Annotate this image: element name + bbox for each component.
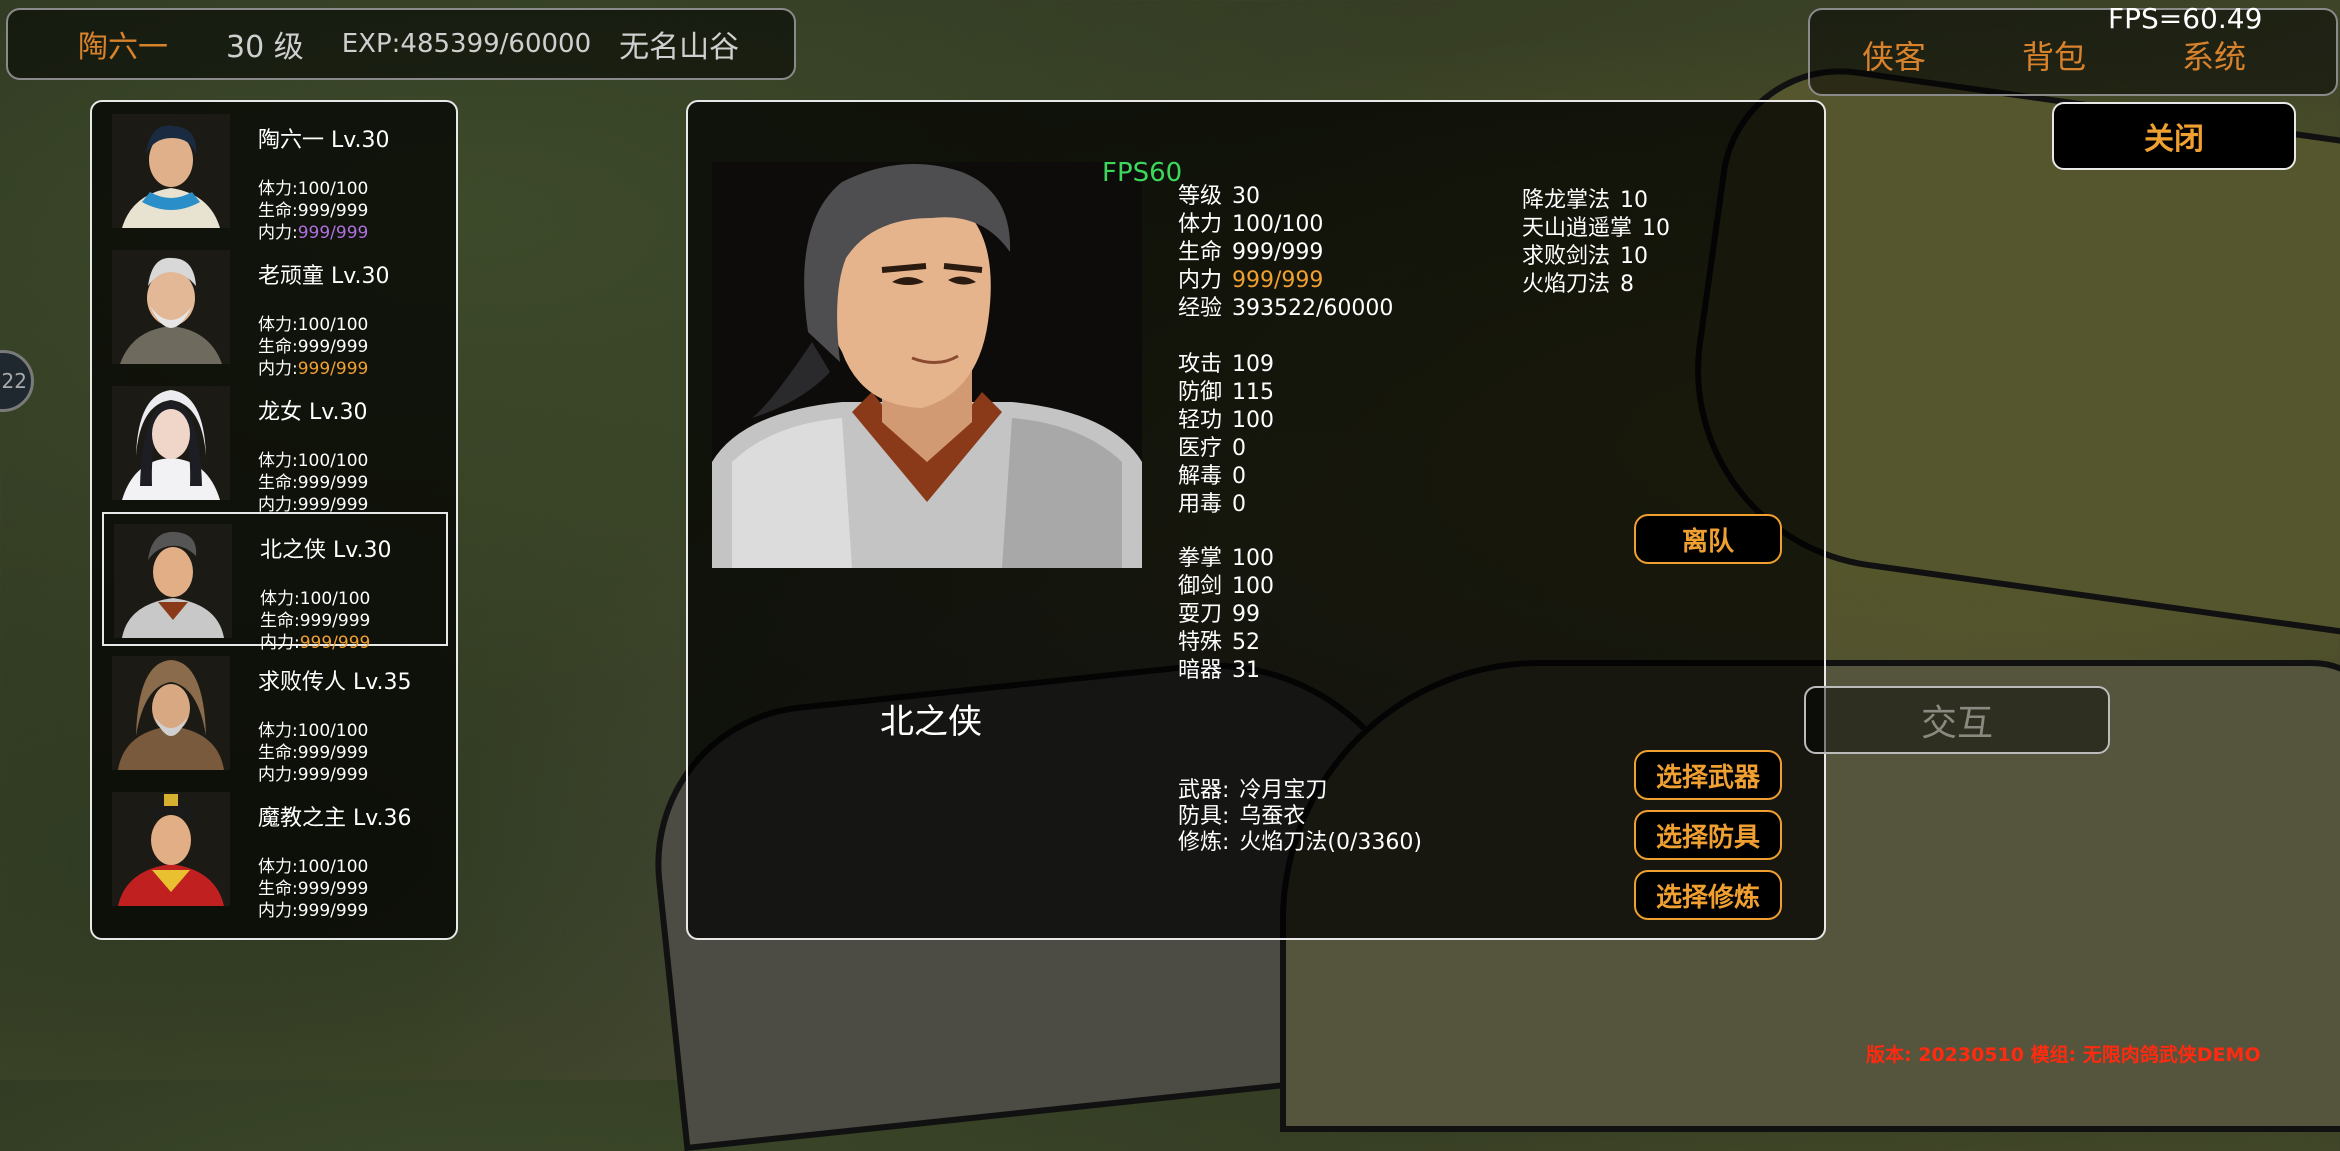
character-detail-panel: FPS60 北之侠 等级 30 体力 100/100 生命 999/999 内力 999… — [686, 100, 1826, 940]
hero-name: 北之侠 — [880, 702, 982, 742]
portrait-taoliuyi — [112, 114, 230, 228]
roster-card[interactable]: 陶六一 Lv.30 体力:100/100 生命:999/999 内力:999/9… — [102, 104, 444, 243]
roster-card-selected[interactable]: 北之侠 Lv.30 体力:100/100 生命:999/999 内力:999/9… — [102, 512, 448, 653]
roster-card[interactable]: 老顽童 Lv.30 体力:100/100 生命:999/999 内力:999/9… — [102, 240, 444, 379]
portrait-laowantong — [112, 250, 230, 364]
player-level: 30 级 — [226, 30, 304, 65]
roster-mp-label: 内力: — [258, 901, 298, 921]
roster-name: 求败传人 Lv.35 — [258, 670, 412, 695]
side-badge-label: 22 — [1, 369, 27, 393]
roster-mp-value: 999/999 — [297, 901, 369, 921]
skill-name: 火焰刀法 — [1522, 272, 1611, 297]
roster-card[interactable]: 龙女 Lv.30 体力:100/100 生命:999/999 内力:999/99… — [102, 376, 444, 515]
equip-label: 修炼: — [1178, 830, 1230, 855]
stat-value: 393522/60000 — [1232, 296, 1394, 321]
roster-name: 陶六一 Lv.30 — [258, 128, 390, 153]
roster-card[interactable]: 魔教之主 Lv.36 体力:100/100 生命:999/999 内力:999/… — [102, 782, 444, 921]
select-weapon-button[interactable]: 选择武器 — [1634, 750, 1782, 800]
fps-counter: FPS=60.49 — [2108, 2, 2263, 35]
player-name: 陶六一 — [78, 30, 168, 65]
stat-label: 用毒 — [1178, 492, 1223, 517]
leave-party-button[interactable]: 离队 — [1634, 514, 1782, 564]
side-badge[interactable]: 22 — [0, 350, 34, 412]
equip-training: 火焰刀法(0/3360) — [1239, 830, 1422, 855]
portrait-beizhixia — [114, 524, 232, 638]
skill-level: 8 — [1620, 272, 1635, 297]
version-info: 版本: 20230510 模组: 无限肉鸽武侠DEMO — [1866, 1044, 2261, 1066]
stat-value: 0 — [1232, 492, 1247, 517]
select-armor-button[interactable]: 选择防具 — [1634, 810, 1782, 860]
stat-value: 31 — [1232, 658, 1261, 683]
select-training-button[interactable]: 选择修炼 — [1634, 870, 1782, 920]
player-status-bar: 陶六一 30 级 EXP:485399/60000 无名山谷 — [6, 8, 796, 80]
roster-name: 魔教之主 Lv.36 — [258, 806, 412, 831]
roster-name: 龙女 Lv.30 — [258, 400, 368, 425]
stat-label: 经验 — [1178, 296, 1223, 321]
party-roster: 陶六一 Lv.30 体力:100/100 生命:999/999 内力:999/9… — [90, 100, 458, 940]
player-exp: EXP:485399/60000 — [341, 29, 592, 59]
menu-heroes[interactable]: 侠客 — [1862, 32, 1926, 78]
menu-system[interactable]: 系统 — [2182, 32, 2246, 78]
hero-portrait — [712, 162, 1142, 568]
location-name: 无名山谷 — [619, 30, 740, 65]
roster-name: 北之侠 Lv.30 — [260, 538, 392, 563]
roster-card[interactable]: 求败传人 Lv.35 体力:100/100 生命:999/999 内力:999/… — [102, 646, 444, 785]
interact-button[interactable]: 交互 — [1804, 686, 2110, 754]
portrait-mojiaozhizhu — [112, 792, 230, 906]
menu-bag[interactable]: 背包 — [2022, 32, 2086, 78]
stat-label: 暗器 — [1178, 658, 1223, 683]
portrait-qiubaichuanren — [112, 656, 230, 770]
fps-overlay: FPS60 — [1102, 158, 1183, 188]
portrait-longnv — [112, 386, 230, 500]
roster-name: 老顽童 Lv.30 — [258, 264, 390, 289]
close-button[interactable]: 关闭 — [2052, 102, 2296, 170]
